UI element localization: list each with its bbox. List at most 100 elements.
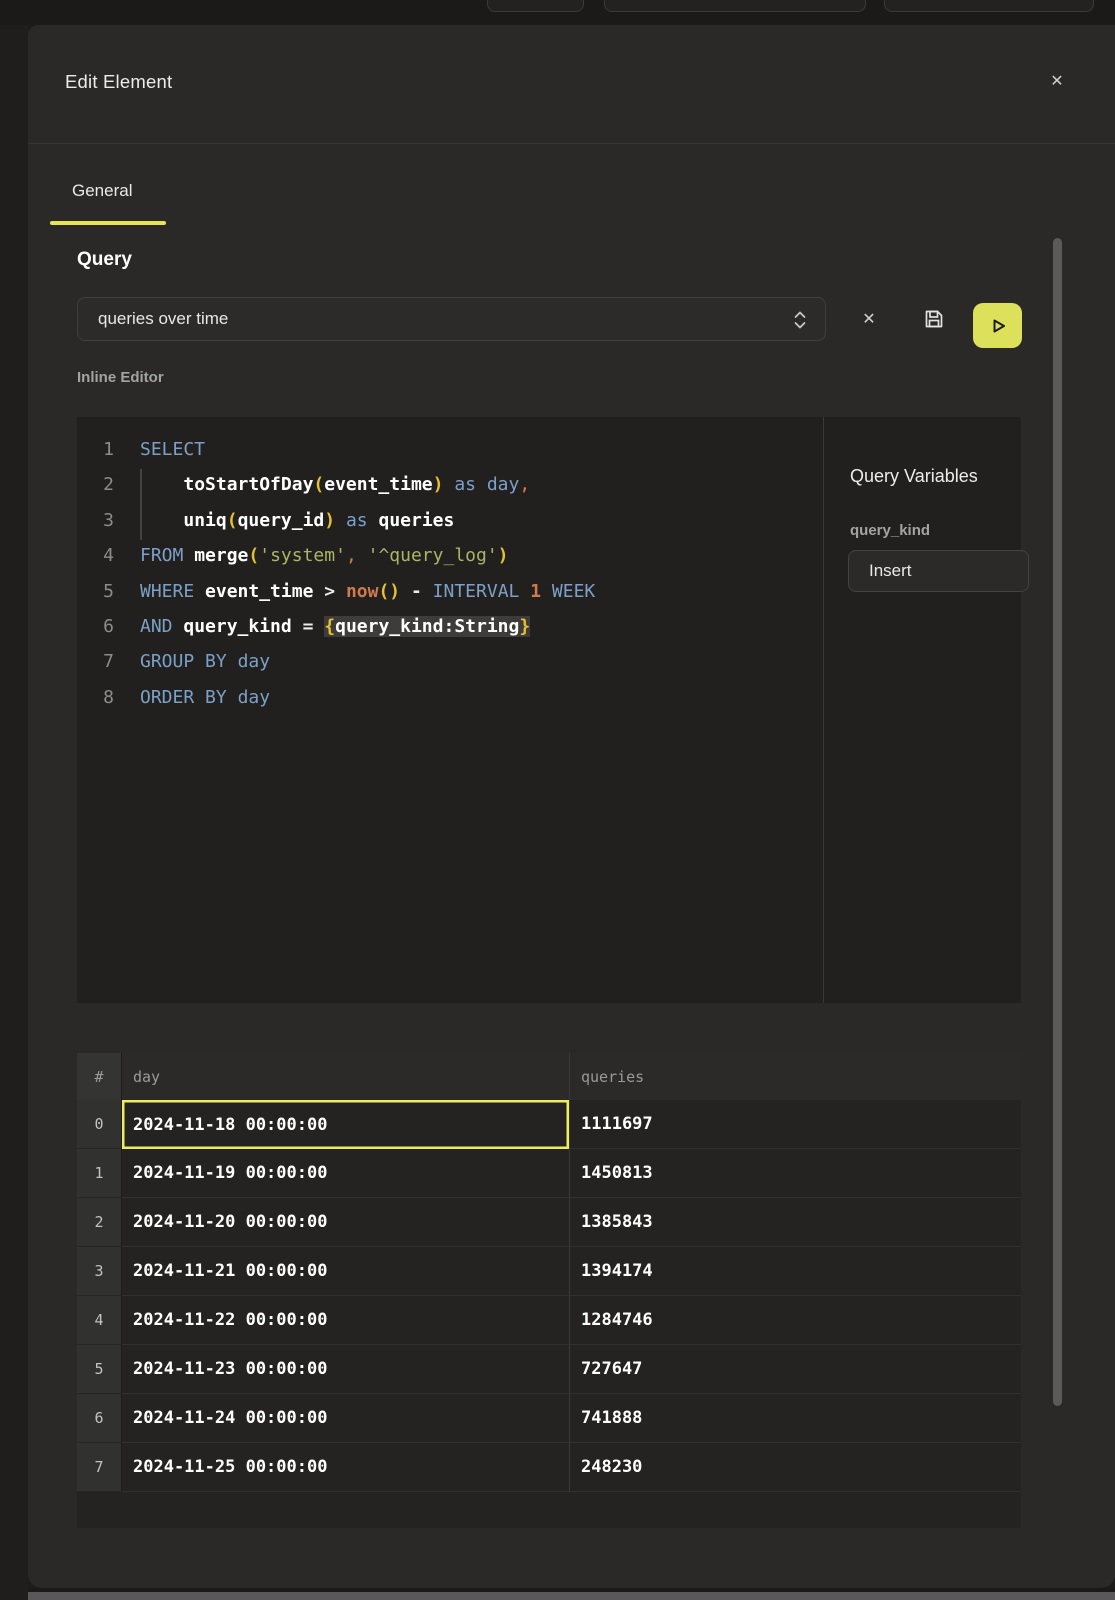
row-index-cell[interactable]: 2 <box>77 1198 122 1247</box>
code-token: > <box>324 581 335 602</box>
save-icon[interactable] <box>916 297 952 341</box>
code-token: SELECT <box>140 439 205 460</box>
queries-cell[interactable]: 248230 <box>570 1443 1021 1492</box>
table-row: 32024-11-21 00:00:001394174 <box>77 1247 1021 1296</box>
code-token <box>335 581 346 602</box>
code-token <box>227 651 238 672</box>
query-select[interactable]: queries over time <box>77 297 826 341</box>
row-index-cell[interactable]: 0 <box>77 1100 122 1149</box>
day-cell[interactable]: 2024-11-22 00:00:00 <box>122 1296 570 1345</box>
table-row: 02024-11-18 00:00:001111697 <box>77 1100 1021 1149</box>
indent-guide <box>140 469 142 540</box>
code-token <box>368 510 379 531</box>
code-token: as <box>346 510 368 531</box>
day-cell[interactable]: 2024-11-25 00:00:00 <box>122 1443 570 1492</box>
line-number: 4 <box>77 538 114 573</box>
code-token: ( <box>313 474 324 495</box>
code-line[interactable]: 4FROM merge('system', '^query_log') <box>77 538 823 573</box>
background-button[interactable] <box>487 0 584 12</box>
code-lines[interactable]: 1SELECT2 toStartOfDay(event_time) as day… <box>77 417 823 1003</box>
table-row: 42024-11-22 00:00:001284746 <box>77 1296 1021 1345</box>
column-header-index[interactable]: # <box>77 1053 122 1100</box>
results-table-footer <box>77 1492 1021 1528</box>
code-token: , <box>346 545 357 566</box>
code-token: ) <box>433 474 444 495</box>
code-token: as <box>454 474 476 495</box>
code-line[interactable]: 7GROUP BY day <box>77 644 823 679</box>
code-line[interactable]: 6AND query_kind = {query_kind:String} <box>77 609 823 644</box>
code-token: AND <box>140 616 173 637</box>
query-variables-title: Query Variables <box>850 466 978 487</box>
code-token: event_time <box>205 581 313 602</box>
queries-cell[interactable]: 1284746 <box>570 1296 1021 1345</box>
updown-chevron-icon <box>791 309 809 329</box>
code-token <box>194 651 205 672</box>
code-token <box>335 510 346 531</box>
code-token: () <box>378 581 400 602</box>
table-row: 62024-11-24 00:00:00741888 <box>77 1394 1021 1443</box>
vertical-scrollbar[interactable] <box>1053 238 1062 1406</box>
background-button[interactable] <box>884 0 1094 12</box>
insert-variable-button[interactable]: Insert <box>848 550 1029 592</box>
code-token: WHERE <box>140 581 194 602</box>
code-line[interactable]: 8ORDER BY day <box>77 680 823 715</box>
column-header-day[interactable]: day <box>122 1053 570 1100</box>
code-line[interactable]: 2 toStartOfDay(event_time) as day, <box>77 467 823 502</box>
queries-cell[interactable]: 1394174 <box>570 1247 1021 1296</box>
code-token: now <box>346 581 379 602</box>
day-cell[interactable]: 2024-11-21 00:00:00 <box>122 1247 570 1296</box>
clear-icon[interactable]: ✕ <box>851 297 887 341</box>
queries-cell[interactable]: 1111697 <box>570 1100 1021 1149</box>
code-token: 1 <box>530 581 541 602</box>
row-index-cell[interactable]: 3 <box>77 1247 122 1296</box>
column-header-queries[interactable]: queries <box>570 1053 1021 1100</box>
queries-cell[interactable]: 1450813 <box>570 1149 1021 1198</box>
bottom-edge-bar <box>28 1592 1115 1600</box>
close-icon[interactable]: ✕ <box>1043 67 1071 95</box>
code-token: day <box>238 651 271 672</box>
run-query-button[interactable] <box>973 303 1022 348</box>
code-token: query_kind <box>183 616 291 637</box>
results-table: # day queries 02024-11-18 00:00:00111169… <box>77 1053 1021 1528</box>
code-line[interactable]: 1SELECT <box>77 432 823 467</box>
code-token: = <box>303 616 314 637</box>
code-token: GROUP <box>140 651 194 672</box>
day-cell[interactable]: 2024-11-23 00:00:00 <box>122 1345 570 1394</box>
day-cell[interactable]: 2024-11-19 00:00:00 <box>122 1149 570 1198</box>
sql-editor[interactable]: 1SELECT2 toStartOfDay(event_time) as day… <box>77 417 1021 1003</box>
code-token: 'system' <box>259 545 346 566</box>
table-row: 72024-11-25 00:00:00248230 <box>77 1443 1021 1492</box>
code-token <box>357 545 368 566</box>
tab-general[interactable]: General <box>72 181 132 201</box>
code-token <box>313 616 324 637</box>
background-button[interactable] <box>604 0 866 12</box>
query-section-heading: Query <box>77 249 132 271</box>
code-token: ( <box>227 510 238 531</box>
code-token: '^query_log' <box>368 545 498 566</box>
row-index-cell[interactable]: 6 <box>77 1394 122 1443</box>
queries-cell[interactable]: 1385843 <box>570 1198 1021 1247</box>
row-index-cell[interactable]: 7 <box>77 1443 122 1492</box>
code-token <box>422 581 433 602</box>
code-token: ( <box>248 545 259 566</box>
code-token <box>292 616 303 637</box>
day-cell[interactable]: 2024-11-20 00:00:00 <box>122 1198 570 1247</box>
day-cell[interactable]: 2024-11-24 00:00:00 <box>122 1394 570 1443</box>
code-line[interactable]: 3 uniq(query_id) as queries <box>77 503 823 538</box>
code-token <box>194 687 205 708</box>
row-index-cell[interactable]: 5 <box>77 1345 122 1394</box>
inline-editor-label: Inline Editor <box>77 369 164 386</box>
background-left-strip <box>0 25 28 1600</box>
code-token: day <box>487 474 520 495</box>
code-token: day <box>238 687 271 708</box>
variable-name-label: query_kind <box>850 522 930 539</box>
queries-cell[interactable]: 727647 <box>570 1345 1021 1394</box>
query-variables-panel: Query Variables query_kind Insert <box>824 417 1021 1003</box>
code-token: ) <box>498 545 509 566</box>
row-index-cell[interactable]: 4 <box>77 1296 122 1345</box>
queries-cell[interactable]: 741888 <box>570 1394 1021 1443</box>
day-cell-selected[interactable]: 2024-11-18 00:00:00 <box>122 1100 570 1149</box>
row-index-cell[interactable]: 1 <box>77 1149 122 1198</box>
code-line[interactable]: 5WHERE event_time > now() - INTERVAL 1 W… <box>77 574 823 609</box>
code-token: { <box>324 616 335 637</box>
